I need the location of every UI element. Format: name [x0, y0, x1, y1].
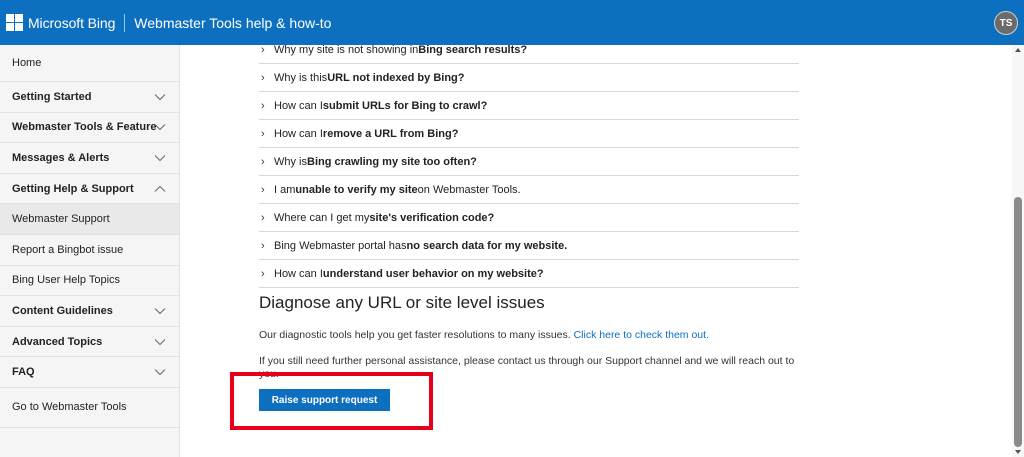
scroll-thumb[interactable]	[1014, 197, 1022, 447]
user-avatar[interactable]: TS	[994, 11, 1018, 35]
sidebar-section-getting-help[interactable]: Getting Help & Support	[0, 174, 179, 205]
chevron-down-icon[interactable]	[154, 368, 166, 376]
chevron-down-icon[interactable]	[154, 154, 166, 162]
chevron-right-icon: ›	[261, 99, 265, 112]
top-header: Microsoft Bing Webmaster Tools help & ho…	[0, 0, 1024, 45]
sidebar-item-label: FAQ	[12, 366, 35, 379]
chevron-right-icon: ›	[261, 71, 265, 84]
faq-item[interactable]: › Why is Bing crawling my site too often?	[259, 148, 799, 176]
sidebar-item-label: Getting Started	[12, 90, 92, 103]
chevron-down-icon[interactable]	[154, 123, 166, 131]
faq-item[interactable]: › How can I remove a URL from Bing?	[259, 120, 799, 148]
sidebar-item-label: Getting Help & Support	[12, 182, 134, 195]
sidebar-nav: Home Getting Started Webmaster Tools & F…	[0, 45, 180, 457]
sidebar-item-home[interactable]: Home	[0, 45, 179, 82]
faq-item[interactable]: › Bing Webmaster portal has no search dat…	[259, 232, 799, 260]
scroll-down-icon[interactable]	[1015, 450, 1021, 454]
chevron-right-icon: ›	[261, 211, 265, 224]
chevron-right-icon: ›	[261, 127, 265, 140]
sidebar-item-report-bingbot[interactable]: Report a Bingbot issue	[0, 235, 179, 266]
chevron-right-icon: ›	[261, 45, 265, 56]
sidebar-section-webmaster-tools[interactable]: Webmaster Tools & Feature	[0, 113, 179, 144]
chevron-down-icon[interactable]	[154, 93, 166, 101]
app-title[interactable]: Webmaster Tools help & how-to	[134, 15, 331, 31]
sidebar-item-label: Content Guidelines	[12, 304, 113, 317]
faq-item[interactable]: › Why my site is not showing in Bing sear…	[259, 45, 799, 64]
microsoft-logo-icon[interactable]	[6, 14, 23, 31]
highlight-box	[230, 372, 433, 430]
header-divider	[124, 13, 126, 32]
sidebar-item-label: Bing User Help Topics	[12, 274, 121, 287]
chevron-right-icon: ›	[261, 239, 265, 252]
sidebar-section-getting-started[interactable]: Getting Started	[0, 82, 179, 113]
sidebar-item-label: Advanced Topics	[12, 335, 103, 348]
diagnose-description: Our diagnostic tools help you get faster…	[259, 329, 709, 341]
diagnose-heading: Diagnose any URL or site level issues	[259, 293, 545, 312]
faq-item[interactable]: › I am unable to verify my site on Webmas…	[259, 176, 799, 204]
faq-item[interactable]: › Where can I get my site's verification …	[259, 204, 799, 232]
sidebar-item-bing-user-help[interactable]: Bing User Help Topics	[0, 266, 179, 297]
sidebar-section-messages-alerts[interactable]: Messages & Alerts	[0, 143, 179, 174]
sidebar-item-label: Messages & Alerts	[12, 151, 110, 164]
sidebar-item-label: Webmaster Tools & Feature	[12, 121, 157, 134]
faq-item[interactable]: › Why is this URL not indexed by Bing?	[259, 64, 799, 92]
sidebar-section-content-guidelines[interactable]: Content Guidelines	[0, 296, 179, 327]
chevron-up-icon[interactable]	[154, 185, 166, 193]
faq-item[interactable]: › How can I understand user behavior on m…	[259, 260, 799, 288]
brand-name[interactable]: Microsoft Bing	[28, 15, 115, 31]
faq-item[interactable]: › How can I submit URLs for Bing to crawl…	[259, 92, 799, 120]
sidebar-item-label: Report a Bingbot issue	[12, 243, 124, 256]
check-tools-link[interactable]: Click here to check them out.	[574, 329, 709, 341]
chevron-right-icon: ›	[261, 183, 265, 196]
chevron-down-icon[interactable]	[154, 307, 166, 315]
main-content: › Why my site is not showing in Bing sear…	[181, 45, 1012, 457]
sidebar-item-webmaster-support[interactable]: Webmaster Support	[0, 204, 179, 235]
chevron-down-icon[interactable]	[154, 338, 166, 346]
sidebar-item-go-to-webmaster-tools[interactable]: Go to Webmaster Tools	[0, 388, 179, 428]
scroll-up-icon[interactable]	[1015, 48, 1021, 52]
sidebar-item-label: Go to Webmaster Tools	[12, 401, 127, 414]
sidebar-item-label: Webmaster Support	[12, 213, 110, 226]
faq-list: › Why my site is not showing in Bing sear…	[259, 45, 799, 288]
sidebar-section-faq[interactable]: FAQ	[0, 357, 179, 388]
chevron-right-icon: ›	[261, 267, 265, 280]
sidebar-section-advanced-topics[interactable]: Advanced Topics	[0, 327, 179, 358]
sidebar-item-label: Home	[12, 57, 42, 69]
scrollbar[interactable]	[1012, 45, 1024, 457]
chevron-right-icon: ›	[261, 155, 265, 168]
